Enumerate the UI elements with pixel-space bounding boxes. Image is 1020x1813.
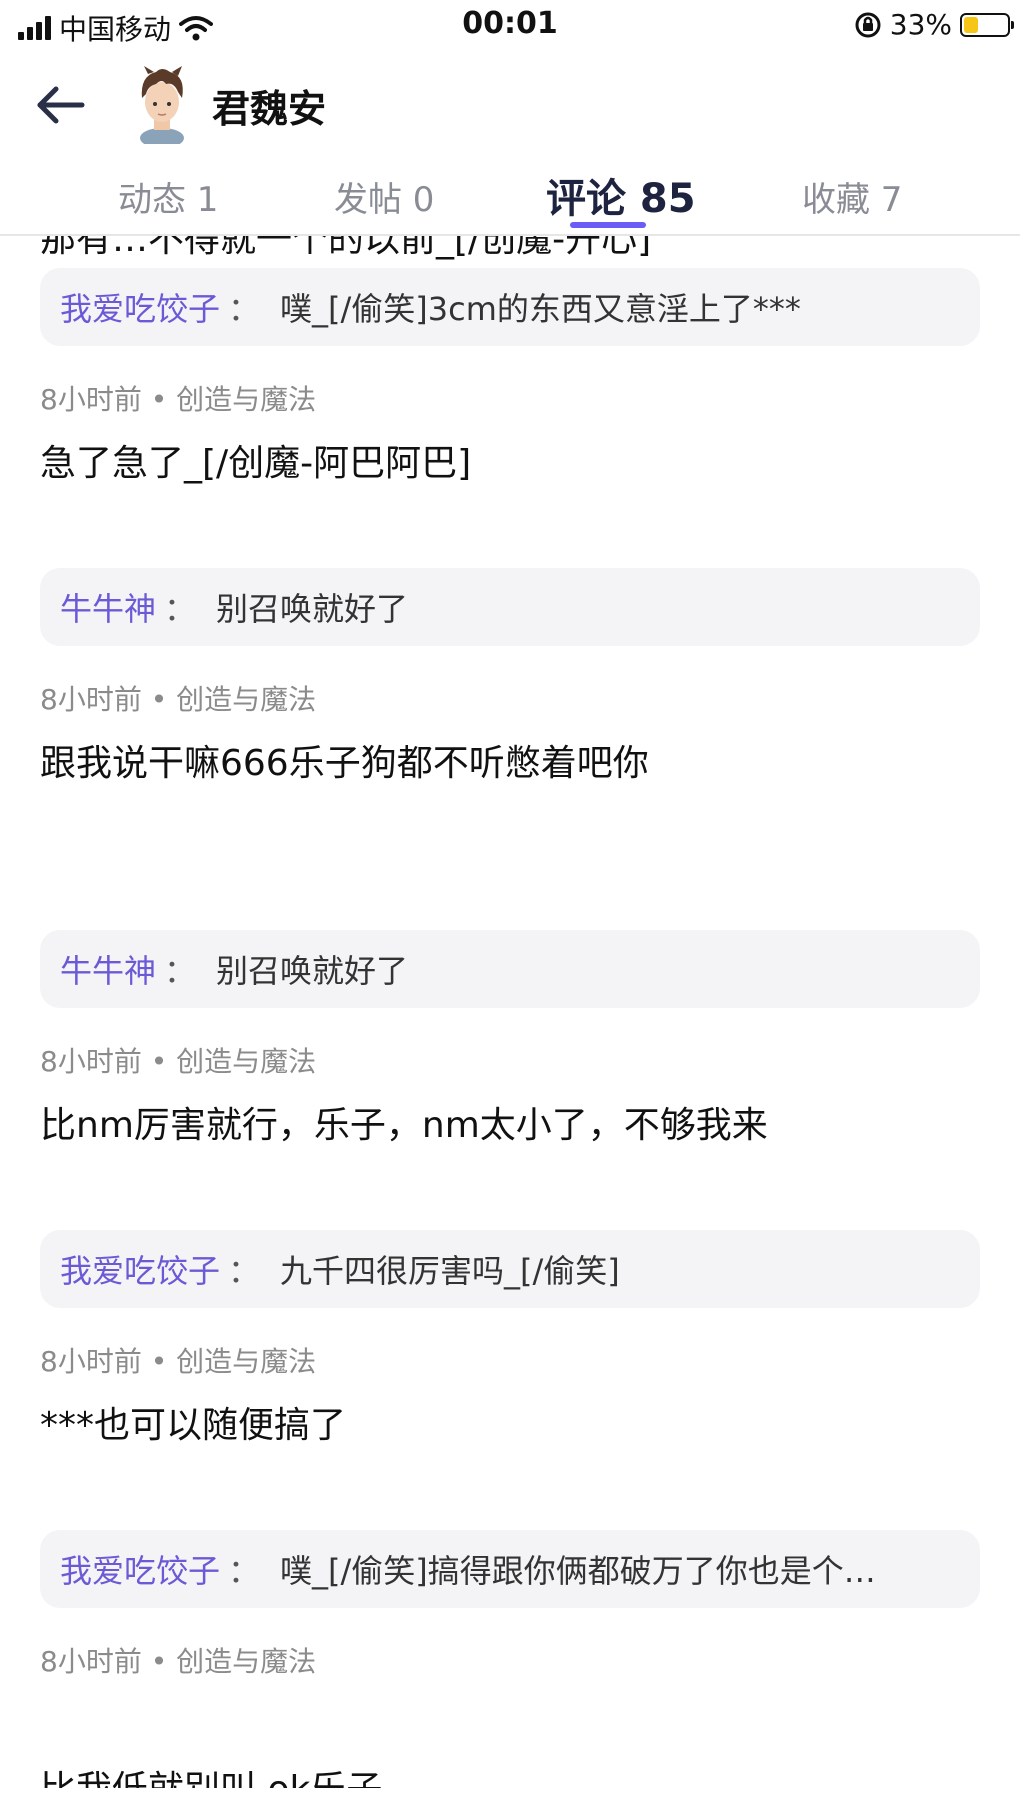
reply-separator: ： (164, 590, 197, 628)
reply-box[interactable]: 牛牛神 ： 别召唤就好了 (40, 930, 980, 1008)
tab-posts[interactable]: 发帖 0 (334, 172, 434, 221)
reply-separator: ： (164, 952, 197, 990)
post-meta: 8小时前 • 创造与魔法 (40, 383, 317, 416)
reply-author[interactable]: 牛牛神 (60, 584, 156, 630)
status-right: 33% (854, 8, 1014, 41)
battery-icon (960, 12, 1014, 37)
reply-text: 噗_[/偷笑]搞得跟你俩都破万了你也是个… (280, 1552, 876, 1590)
battery-level (964, 16, 978, 33)
post-meta: 8小时前 • 创造与魔法 (40, 1045, 317, 1078)
reply-text: 噗_[/偷笑]3cm的东西又意淫上了*** (280, 290, 801, 328)
reply-separator: ： (228, 290, 261, 328)
tab-activity[interactable]: 动态 1 (118, 172, 218, 221)
reply-text: 别召唤就好了 (216, 952, 409, 990)
reply-separator: ： (228, 1552, 261, 1590)
tab-comments[interactable]: 评论 85 (546, 166, 696, 224)
orientation-lock-icon (855, 12, 881, 37)
comment-feed: 那有…不得就一个的以前_[/创魔-开心] 我爱吃饺子 ： 噗_[/偷笑]3cm的… (0, 236, 1020, 1788)
post-meta: 8小时前 • 创造与魔法 (40, 1345, 317, 1378)
post-meta: 8小时前 • 创造与魔法 (40, 1645, 317, 1678)
profile-header: 君魏安 (0, 58, 1020, 150)
battery-percent: 33% (889, 8, 952, 41)
partial-post-text: 那有…不得就一个的以前_[/创魔-开心] (40, 236, 652, 260)
post-text[interactable]: 比我低就别叫 ok乐子 (40, 1760, 382, 1788)
post-text[interactable]: 急了急了_[/创魔-阿巴阿巴] (40, 434, 471, 486)
post-text[interactable]: ***也可以随便搞了 (40, 1396, 346, 1448)
post-meta: 8小时前 • 创造与魔法 (40, 683, 317, 716)
reply-text: 别召唤就好了 (216, 590, 409, 628)
status-bar: 中国移动 00:01 33% (0, 0, 1020, 52)
reply-box[interactable]: 我爱吃饺子 ： 九千四很厉害吗_[/偷笑] (40, 1230, 980, 1308)
reply-box[interactable]: 我爱吃饺子 ： 噗_[/偷笑]3cm的东西又意淫上了*** (40, 268, 980, 346)
post-text[interactable]: 跟我说干嘛666乐子狗都不听憋着吧你 (40, 734, 649, 786)
profile-tabs: 动态 1 发帖 0 评论 85 收藏 7 (0, 162, 1020, 234)
reply-author[interactable]: 我爱吃饺子 (60, 284, 220, 330)
tab-favorites[interactable]: 收藏 7 (802, 172, 902, 221)
username: 君魏安 (212, 87, 327, 131)
reply-box[interactable]: 牛牛神 ： 别召唤就好了 (40, 568, 980, 646)
reply-author[interactable]: 牛牛神 (60, 946, 156, 992)
post-text[interactable]: 比nm厉害就行，乐子，nm太小了，不够我来 (40, 1096, 768, 1148)
reply-author[interactable]: 我爱吃饺子 (60, 1246, 220, 1292)
avatar[interactable] (122, 64, 202, 144)
reply-author[interactable]: 我爱吃饺子 (60, 1546, 220, 1592)
reply-separator: ： (228, 1252, 261, 1290)
reply-text: 九千四很厉害吗_[/偷笑] (280, 1252, 620, 1290)
active-tab-indicator (570, 222, 646, 228)
reply-box[interactable]: 我爱吃饺子 ： 噗_[/偷笑]搞得跟你俩都破万了你也是个… (40, 1530, 980, 1608)
arrow-left-icon[interactable] (30, 80, 90, 130)
